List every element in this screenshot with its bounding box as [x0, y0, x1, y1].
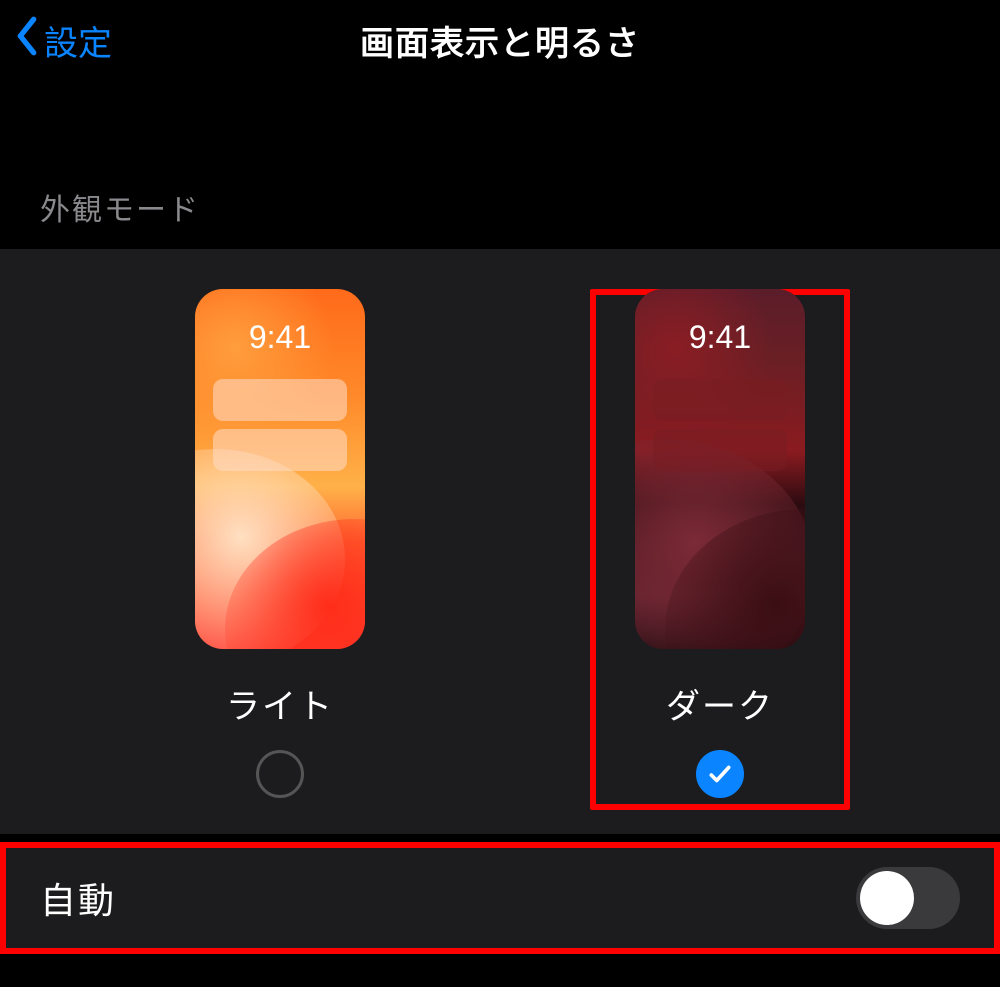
appearance-option-label: ダーク: [666, 679, 774, 728]
appearance-preview-light: 9:41: [195, 289, 365, 649]
toggle-knob: [860, 871, 914, 925]
preview-widget: [653, 379, 787, 421]
appearance-preview-dark: 9:41: [635, 289, 805, 649]
appearance-section-header: 外観モード: [0, 80, 1000, 249]
appearance-option-light[interactable]: 9:41 ライト: [150, 289, 410, 798]
automatic-label: 自動: [40, 872, 116, 924]
preview-time: 9:41: [195, 319, 365, 356]
radio-checked-icon[interactable]: [696, 750, 744, 798]
appearance-option-dark[interactable]: 9:41 ダーク: [590, 289, 850, 810]
back-button[interactable]: 設定: [14, 16, 112, 65]
preview-widget: [213, 379, 347, 421]
automatic-row: 自動: [0, 842, 1000, 954]
appearance-option-label: ライト: [226, 679, 334, 728]
appearance-panel: 9:41 ライト 9:41 ダーク: [0, 249, 1000, 834]
navbar: 設定 画面表示と明るさ: [0, 0, 1000, 80]
preview-widget: [213, 429, 347, 471]
preview-time: 9:41: [635, 319, 805, 356]
automatic-toggle[interactable]: [856, 867, 960, 929]
radio-unchecked-icon[interactable]: [256, 750, 304, 798]
preview-widget: [653, 429, 787, 471]
page-title: 画面表示と明るさ: [360, 16, 640, 65]
back-label: 設定: [44, 16, 112, 65]
chevron-left-icon: [14, 16, 40, 65]
